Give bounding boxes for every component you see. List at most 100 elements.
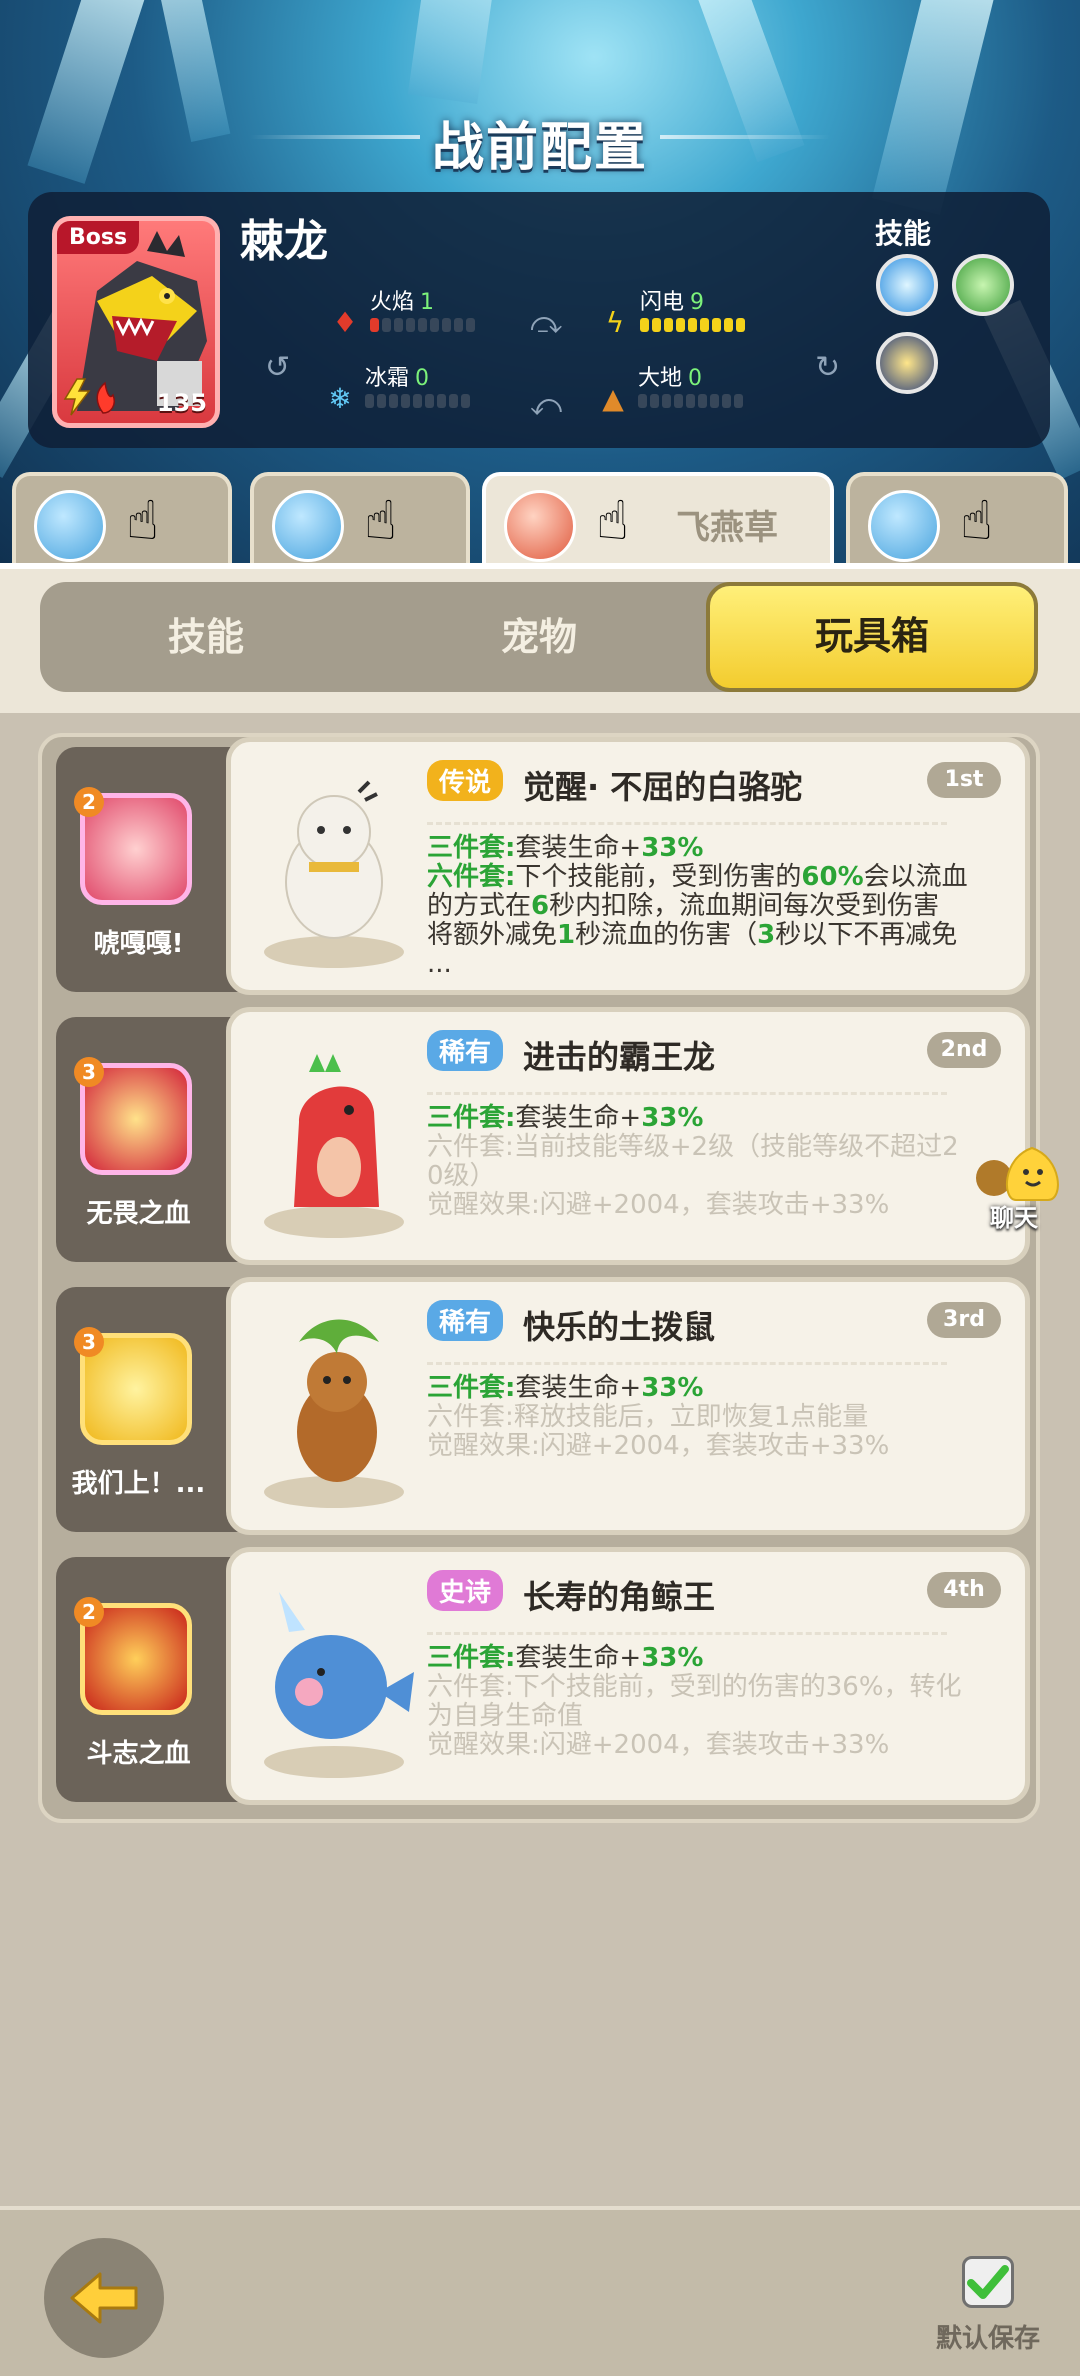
set-bonus-text: 三件套:套装生命+33% 六件套:释放技能后，立即恢复1点能量 觉醒效果:闪避+… <box>427 1374 1009 1461</box>
stat-bar-segment <box>418 318 427 332</box>
bonus-text: 套装生命+ <box>515 1373 642 1403</box>
toy-row[interactable]: 2 斗志之血 史诗 长寿的角鲸王 4th 三件套:套装生命+33% 六件套:下个… <box>56 1547 1030 1805</box>
bonus-inactive-text: 六件套:释放技能后，立即恢复1点能量 <box>427 1402 869 1432</box>
boss-skill-scroll-icon[interactable] <box>952 254 1014 316</box>
rarity-badge: 传说 <box>427 760 504 801</box>
stat-bar-segment <box>712 318 721 332</box>
party-slots: ☝ ☝ ☝ 飞燕草 ☝ <box>0 472 1080 572</box>
bonus-text: 下个技能前，受到伤害的 <box>515 862 802 892</box>
bonus-number: 33% <box>641 1103 704 1133</box>
boss-level: 135 <box>156 389 207 417</box>
lightning-icon: ϟ <box>605 306 625 339</box>
skill-level-badge: 2 <box>74 1597 104 1627</box>
stat-bar-segment <box>638 394 647 408</box>
chat-button[interactable]: 聊天 <box>972 1138 1080 1232</box>
rank-badge: 2nd <box>927 1032 1001 1068</box>
narwhal-king-figure-icon <box>264 1592 414 1778</box>
stat-bar-segment <box>698 394 707 408</box>
toy-list: 2 唬嘎嘎! 传说 觉醒· 不屈的白骆驼 1st 三件套:套装生命+33% 六件… <box>38 733 1040 1823</box>
toy-card[interactable]: 史诗 长寿的角鲸王 4th 三件套:套装生命+33% 六件套:下个技能前，受到的… <box>226 1547 1030 1805</box>
party-slot-3[interactable]: ☝ 飞燕草 <box>482 472 834 572</box>
tab-pets[interactable]: 宠物 <box>373 582 705 692</box>
skill-level-badge: 3 <box>74 1327 104 1357</box>
stat-bar-segment <box>676 318 685 332</box>
bonus-inactive-text: 觉醒效果:闪避+2004，套装攻击+33% <box>427 1431 890 1461</box>
boss-portrait-card[interactable]: Boss 135 <box>52 216 220 428</box>
back-arrow-icon <box>70 2272 138 2324</box>
cycle-arrow-icon: ↻ <box>815 350 841 385</box>
stat-label: 冰霜 <box>365 366 410 391</box>
rank-badge: 3rd <box>927 1302 1001 1338</box>
boss-skill-lightning-icon[interactable] <box>876 254 938 316</box>
set-bonus-text: 三件套:套装生命+33% 六件套:下个技能前，受到伤害的60%会以流血 的方式在… <box>427 834 1009 979</box>
stat-value: 9 <box>690 290 705 315</box>
boss-skill-moon-icon[interactable] <box>876 332 938 394</box>
toy-row[interactable]: 2 唬嘎嘎! 传说 觉醒· 不屈的白骆驼 1st 三件套:套装生命+33% 六件… <box>56 737 1030 995</box>
bonus-key: 三件套: <box>427 1643 516 1673</box>
stat-frost: 冰霜 0 ❄ <box>325 360 545 420</box>
bonus-inactive-text: 0级） <box>427 1161 496 1191</box>
tab-skills[interactable]: 技能 <box>40 582 372 692</box>
stat-bar <box>370 318 475 332</box>
cycle-arrow-icon: ⤼ <box>530 306 563 341</box>
toy-card[interactable]: 稀有 快乐的土拨鼠 3rd 三件套:套装生命+33% 六件套:释放技能后，立即恢… <box>226 1277 1030 1535</box>
stat-bar <box>365 394 470 408</box>
skill-name: 无畏之血 <box>86 1199 191 1229</box>
divider <box>427 1632 947 1635</box>
default-save-checkbox[interactable] <box>962 2256 1014 2308</box>
boss-name: 棘龙 <box>240 216 328 267</box>
white-camel-figure-icon <box>264 780 404 968</box>
bonus-text: 的方式在 <box>427 891 532 921</box>
bonus-number: 33% <box>641 833 704 863</box>
rarity-badge: 稀有 <box>427 1030 504 1071</box>
toy-name: 觉醒· 不屈的白骆驼 <box>523 768 803 806</box>
bonus-inactive-text: 觉醒效果:闪避+2004，套装攻击+33% <box>427 1190 890 1220</box>
stat-value: 0 <box>688 366 703 391</box>
divider <box>427 822 947 825</box>
party-slot-2[interactable]: ☝ <box>250 472 470 572</box>
stat-bar-segment <box>652 318 661 332</box>
stat-bar <box>640 318 745 332</box>
cycle-arrow-icon: ⤺ <box>530 388 563 423</box>
stat-bar-segment <box>664 318 673 332</box>
stat-bar-segment <box>394 318 403 332</box>
stat-bar-segment <box>700 318 709 332</box>
pet-avatar-icon <box>34 490 106 562</box>
rarity-badge: 史诗 <box>427 1570 504 1611</box>
set-bonus-text: 三件套:套装生命+33% 六件套:当前技能等级+2级（技能等级不超过2 0级） … <box>427 1104 1009 1220</box>
stat-bar-segment <box>430 318 439 332</box>
party-slot-1[interactable]: ☝ <box>12 472 232 572</box>
skill-level-badge: 3 <box>74 1057 104 1087</box>
toy-card[interactable]: 传说 觉醒· 不屈的白骆驼 1st 三件套:套装生命+33% 六件套:下个技能前… <box>226 737 1030 995</box>
bonus-key: 三件套: <box>427 1103 516 1133</box>
stat-bar-segment <box>454 318 463 332</box>
stat-earth: 大地 0 ▲ <box>598 360 818 420</box>
toy-row[interactable]: 3 我们上！... 稀有 快乐的土拨鼠 3rd 三件套:套装生命+33% 六件套… <box>56 1277 1030 1535</box>
stat-bar-segment <box>406 318 415 332</box>
tab-toybox[interactable]: 玩具箱 <box>706 582 1038 692</box>
skill-level-badge: 2 <box>74 787 104 817</box>
tap-hand-icon: ☝ <box>126 489 159 552</box>
stat-bar-segment <box>688 318 697 332</box>
toy-name: 长寿的角鲸王 <box>523 1578 716 1616</box>
bonus-ellipsis: ... <box>427 949 452 979</box>
toy-row[interactable]: 3 无畏之血 稀有 进击的霸王龙 2nd 三件套:套装生命+33% 六件套:当前… <box>56 1007 1030 1265</box>
skill-name: 斗志之血 <box>86 1739 191 1769</box>
pet-avatar-icon <box>868 490 940 562</box>
stat-bar-segment <box>365 394 374 408</box>
crystal-decoration <box>407 0 503 104</box>
back-button[interactable] <box>44 2238 164 2358</box>
bonus-inactive-text: 六件套:当前技能等级+2级（技能等级不超过2 <box>427 1132 959 1162</box>
earth-icon: ▲ <box>602 382 624 415</box>
chat-label: 聊天 <box>990 1204 1038 1232</box>
stat-label: 火焰 <box>370 290 415 315</box>
stat-bar-segment <box>382 318 391 332</box>
stat-bar-segment <box>437 394 446 408</box>
party-slot-4[interactable]: ☝ <box>846 472 1068 572</box>
stat-bar-segment <box>722 394 731 408</box>
toy-card[interactable]: 稀有 进击的霸王龙 2nd 三件套:套装生命+33% 六件套:当前技能等级+2级… <box>226 1007 1030 1265</box>
bonus-number: 6 <box>531 891 550 921</box>
red-t-rex-figure-icon <box>264 1054 404 1238</box>
boss-badge: Boss <box>57 221 140 254</box>
bonus-inactive-text: 觉醒效果:闪避+2004，套装攻击+33% <box>427 1730 890 1760</box>
